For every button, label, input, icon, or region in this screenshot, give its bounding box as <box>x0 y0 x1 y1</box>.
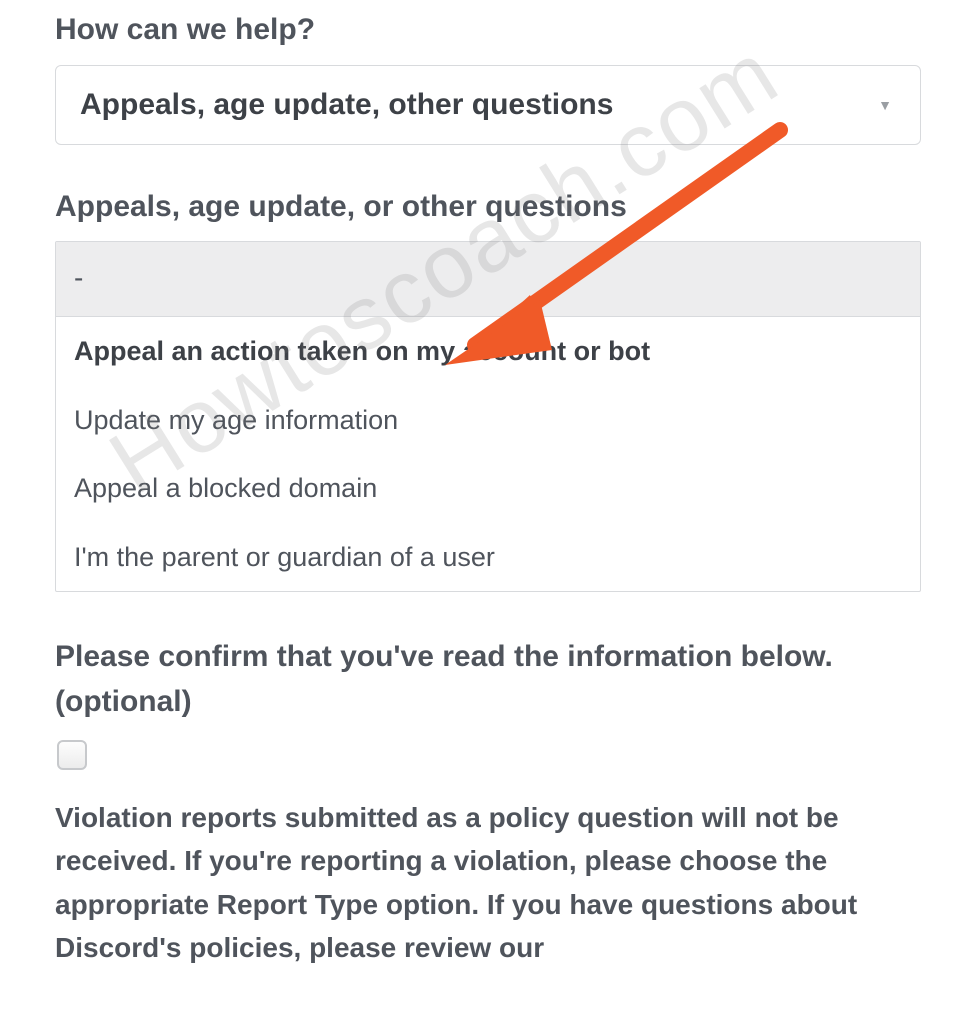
subcategory-placeholder[interactable]: - <box>56 242 920 317</box>
chevron-down-icon: ▼ <box>878 97 892 113</box>
help-select[interactable]: Appeals, age update, other questions ▼ <box>55 65 921 145</box>
confirm-checkbox[interactable] <box>57 740 87 770</box>
subcategory-option-parent-guardian[interactable]: I'm the parent or guardian of a user <box>56 523 920 592</box>
subcategory-option-blocked-domain[interactable]: Appeal a blocked domain <box>56 454 920 523</box>
confirm-section: Please confirm that you've read the info… <box>55 634 921 970</box>
subcategory-label: Appeals, age update, or other questions <box>55 187 921 228</box>
subcategory-section: Appeals, age update, or other questions … <box>55 187 921 593</box>
subcategory-option-appeal-account[interactable]: Appeal an action taken on my account or … <box>56 317 920 386</box>
subcategory-option-update-age[interactable]: Update my age information <box>56 386 920 455</box>
help-label: How can we help? <box>55 10 921 51</box>
help-section: How can we help? Appeals, age update, ot… <box>55 10 921 145</box>
subcategory-dropdown[interactable]: - Appeal an action taken on my account o… <box>55 241 921 592</box>
help-select-value: Appeals, age update, other questions <box>80 88 613 121</box>
info-paragraph: Violation reports submitted as a policy … <box>55 796 921 970</box>
subcategory-option-list: Appeal an action taken on my account or … <box>56 317 920 591</box>
confirm-label: Please confirm that you've read the info… <box>55 634 921 724</box>
